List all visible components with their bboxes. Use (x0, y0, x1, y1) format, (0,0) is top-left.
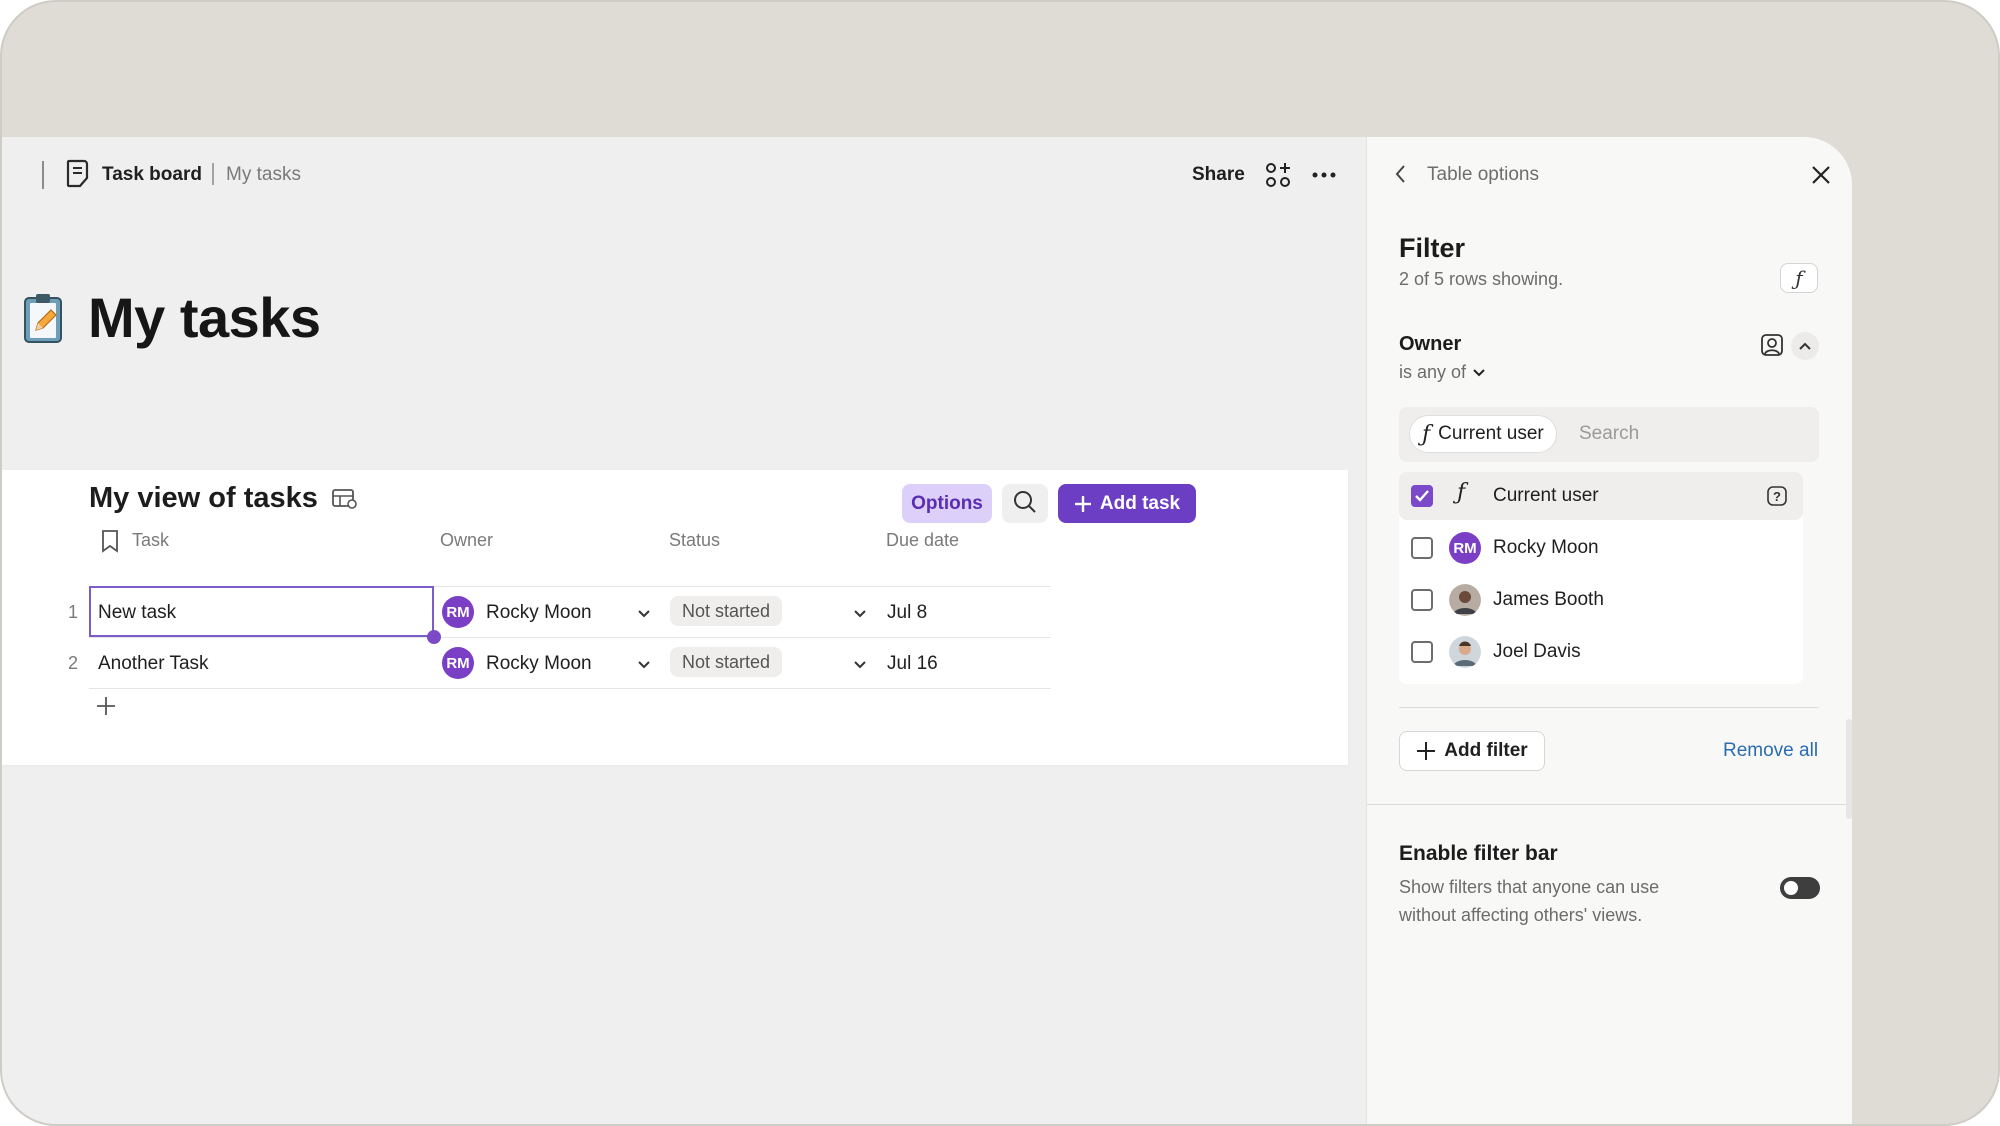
panel-scrollbar[interactable] (1846, 719, 1852, 819)
formula-button[interactable]: ƒ (1780, 263, 1818, 293)
owner-name[interactable]: Rocky Moon (486, 653, 592, 675)
apps-icon[interactable] (1265, 162, 1291, 188)
fill-handle[interactable] (427, 630, 441, 644)
person-icon[interactable] (1760, 333, 1784, 357)
check-icon (1415, 490, 1429, 502)
option-joel-davis[interactable]: Joel Davis (1399, 628, 1803, 676)
share-button[interactable]: Share (1192, 164, 1245, 186)
clipboard-pencil-icon[interactable] (22, 292, 66, 344)
avatar: RM (1449, 532, 1481, 564)
avatar (1449, 636, 1481, 668)
back-icon[interactable] (1393, 163, 1407, 185)
breadcrumb-doc[interactable]: Task board (102, 164, 202, 186)
chip-label: Current user (1438, 423, 1544, 444)
filter-field-label: Owner (1399, 333, 1462, 355)
row-divider (89, 688, 1051, 689)
table-settings-icon[interactable] (332, 488, 358, 510)
column-header-owner[interactable]: Owner (440, 530, 493, 551)
filter-title: Filter (1399, 233, 1466, 263)
panel-header: Table options (1427, 164, 1539, 185)
add-task-label: Add task (1099, 492, 1181, 514)
option-label: James Booth (1493, 589, 1604, 610)
plus-icon (1074, 495, 1091, 512)
view-title[interactable]: My view of tasks (89, 482, 318, 515)
table-search-button[interactable] (1002, 484, 1048, 523)
document-icon (66, 159, 89, 188)
divider (1367, 804, 1852, 805)
current-user-chip[interactable]: ƒ Current user (1409, 415, 1557, 453)
svg-text:?: ? (1773, 489, 1781, 504)
add-row-icon[interactable] (96, 696, 116, 716)
owner-name[interactable]: Rocky Moon (486, 602, 592, 624)
column-header-status[interactable]: Status (669, 530, 720, 551)
task-name[interactable]: New task (98, 602, 176, 624)
status-badge[interactable]: Not started (670, 647, 783, 677)
status-badge[interactable]: Not started (670, 596, 783, 626)
add-filter-button[interactable]: Add filter (1399, 731, 1545, 771)
enable-filter-bar-toggle[interactable] (1780, 877, 1820, 899)
checkbox[interactable] (1411, 641, 1433, 663)
top-bar: Task board My tasks Share (2, 137, 1366, 211)
app-window: Task board My tasks Share My tasks My vi… (2, 137, 1852, 1124)
chevron-down-icon[interactable] (852, 659, 868, 671)
option-label: Current user (1493, 485, 1599, 506)
chevron-down-icon[interactable] (852, 608, 868, 620)
owner-options-list: ƒ Current user ? RM Rocky Moon James Boo… (1399, 472, 1803, 684)
search-icon (1014, 491, 1036, 513)
sidebar-divider[interactable] (42, 161, 44, 189)
add-filter-label: Add filter (1444, 740, 1528, 761)
plus-icon (1417, 742, 1436, 760)
enable-filter-bar-description: Show filters that anyone can use without… (1399, 877, 1660, 925)
help-icon[interactable]: ? (1767, 486, 1787, 506)
column-header-due-date[interactable]: Due date (886, 530, 959, 551)
task-name[interactable]: Another Task (98, 653, 209, 675)
checkbox-checked[interactable] (1411, 485, 1433, 507)
row-number: 1 (67, 602, 78, 622)
chevron-down-icon[interactable] (636, 608, 652, 620)
checkbox[interactable] (1411, 537, 1433, 559)
due-date[interactable]: Jul 8 (887, 602, 927, 624)
operator-dropdown[interactable]: is any of (1399, 362, 1486, 383)
option-label: Joel Davis (1493, 641, 1581, 662)
avatar: RM (442, 647, 474, 679)
avatar (1449, 584, 1481, 616)
filter-value-box[interactable]: ƒ Current user (1399, 407, 1819, 462)
page-title: My tasks (88, 286, 321, 349)
option-james-booth[interactable]: James Booth (1399, 576, 1803, 624)
remove-all-link[interactable]: Remove all (1723, 740, 1818, 762)
bookmark-icon (102, 530, 118, 553)
option-label: Rocky Moon (1493, 537, 1599, 558)
formula-icon: ƒ (1457, 480, 1466, 505)
avatar: RM (442, 596, 474, 628)
chevron-down-icon (1473, 368, 1485, 376)
column-header-task[interactable]: Task (132, 530, 169, 551)
enable-filter-bar-title: Enable filter bar (1399, 842, 1558, 865)
device-frame: Task board My tasks Share My tasks My vi… (0, 0, 2000, 1126)
checkbox[interactable] (1411, 589, 1433, 611)
due-date[interactable]: Jul 16 (887, 653, 938, 675)
divider (1399, 707, 1819, 708)
chevron-up-icon (1799, 342, 1811, 350)
filter-summary: 2 of 5 rows showing. (1399, 269, 1564, 289)
table-view-card: My view of tasks Options Add task Task O… (2, 470, 1348, 765)
option-current-user[interactable]: ƒ Current user ? (1399, 472, 1803, 520)
row-divider (89, 637, 1051, 638)
collapse-filter-button[interactable] (1791, 332, 1819, 360)
table-options-panel: Table options Filter 2 of 5 rows showing… (1366, 137, 1852, 1124)
breadcrumb-separator (212, 163, 214, 185)
option-rocky-moon[interactable]: RM Rocky Moon (1399, 524, 1803, 572)
chevron-down-icon[interactable] (636, 659, 652, 671)
more-options-icon[interactable] (1310, 162, 1338, 188)
operator-label: is any of (1399, 362, 1467, 382)
filter-search-input[interactable] (1579, 419, 1799, 449)
options-button[interactable]: Options (902, 484, 992, 523)
formula-icon: ƒ (1422, 421, 1431, 447)
toggle-knob (1784, 881, 1798, 895)
close-icon[interactable] (1810, 164, 1832, 186)
breadcrumb-page[interactable]: My tasks (226, 164, 301, 186)
row-number: 2 (67, 653, 78, 673)
add-task-button[interactable]: Add task (1058, 484, 1196, 523)
